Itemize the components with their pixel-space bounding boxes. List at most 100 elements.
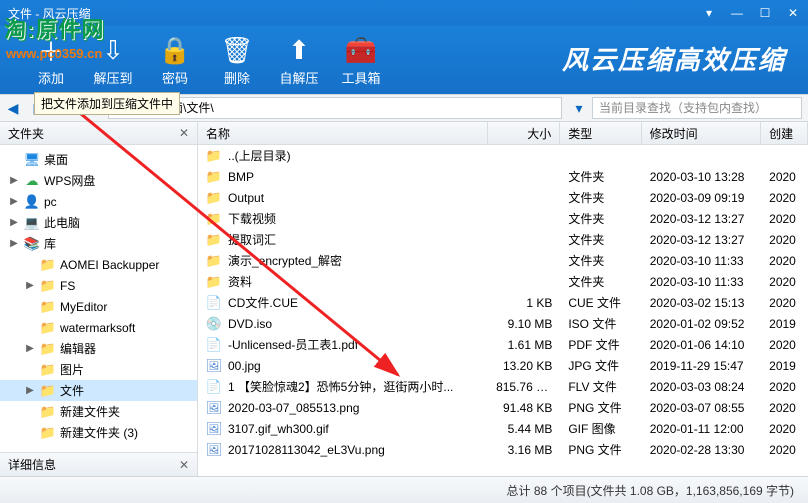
toolbar-extract-button[interactable]: ⇩解压到 [82,34,144,87]
tree-node[interactable]: 🖥桌面 [0,149,197,170]
tree-twisty[interactable]: ▶ [24,385,36,396]
file-row[interactable]: 📁资料文件夹2020-03-10 11:332020 [198,271,808,292]
tree-node[interactable]: ▶💻此电脑 [0,212,197,233]
tree-node[interactable]: ▶☁WPS网盘 [0,170,197,191]
file-row[interactable]: 🖼00.jpg13.20 KBJPG 文件2019-11-29 15:47201… [198,355,808,376]
toolbar-sfx-button[interactable]: ⬆自解压 [268,34,330,87]
file-name: CD文件.CUE [228,294,298,311]
file-name: Output [228,191,264,205]
back-button[interactable]: ◀ [0,97,26,119]
file-create: 2020 [761,443,808,457]
tree-node[interactable]: 📁 watermarksoft [0,317,197,338]
detail-close-icon[interactable]: ✕ [179,458,189,472]
tree-twisty[interactable]: ▶ [24,280,36,291]
tree-twisty[interactable]: ▶ [8,238,20,249]
col-date[interactable]: 修改时间 [642,122,761,144]
tree-label: 新建文件夹 (3) [60,424,138,441]
tree-node[interactable]: 📁新建文件夹 [0,401,197,422]
file-row[interactable]: 📄1 【笑脸惊魂2】恐怖5分钟，逛街两小时...815.76 MBFLV 文件2… [198,376,808,397]
toolbar-add-button[interactable]: ＋添加 [20,34,82,87]
file-date: 2020-03-03 08:24 [642,380,761,394]
file-row[interactable]: 📁BMP文件夹2020-03-10 13:282020 [198,166,808,187]
folder-icon: 📁 [40,257,56,273]
col-name[interactable]: 名称 [198,122,488,144]
path-dropdown[interactable]: ▾ [566,97,592,119]
tree-twisty[interactable]: ▶ [8,217,20,228]
tree-node[interactable]: 📁AOMEI Backupper [0,254,197,275]
file-size: 13.20 KB [488,359,560,373]
file-row[interactable]: 🖼20171028113042_eL3Vu.png3.16 MBPNG 文件20… [198,439,808,460]
folder-icon: 📁 [40,404,56,420]
file-type: JPG 文件 [560,357,641,374]
folder-icon: ☁ [24,173,40,189]
folder-icon: 📁 [40,320,56,336]
col-size[interactable]: 大小 [488,122,560,144]
file-date: 2020-03-12 13:27 [642,212,761,226]
tree-label: 文件 [60,382,84,399]
toolbar-label: 工具箱 [330,68,392,87]
tooltip: 把文件添加到压缩文件中 [34,92,180,115]
tree-node[interactable]: ▶📁编辑器 [0,338,197,359]
col-type[interactable]: 类型 [560,122,641,144]
window-buttons: ▾ ― ☐ ✕ [702,6,800,20]
file-date: 2020-03-10 11:33 [642,254,761,268]
file-row[interactable]: 🖼3107.gif_wh300.gif5.44 MBGIF 图像2020-01-… [198,418,808,439]
file-size: 1 KB [488,296,560,310]
file-icon: 🖼 [206,421,222,437]
tree-node[interactable]: ▶📚库 [0,233,197,254]
file-row[interactable]: 📄-Unlicensed-员工表1.pdf1.61 MBPDF 文件2020-0… [198,334,808,355]
file-row[interactable]: 📁Output文件夹2020-03-09 09:192020 [198,187,808,208]
tree-label: 图片 [60,361,84,378]
tree-label: 此电脑 [44,214,80,231]
file-row[interactable]: 📁提取词汇文件夹2020-03-12 13:272020 [198,229,808,250]
file-create: 2020 [761,401,808,415]
file-row[interactable]: 📁..(上层目录) [198,145,808,166]
maximize-button[interactable]: ☐ [758,6,772,20]
file-rows: 📁..(上层目录)📁BMP文件夹2020-03-10 13:282020📁Out… [198,145,808,476]
file-icon: 🖼 [206,442,222,458]
search-input[interactable]: 当前目录查找（支持包内查找） [592,97,802,119]
minimize-button[interactable]: ― [730,6,744,20]
tree-node[interactable]: 📁新建文件夹 (3) [0,422,197,443]
file-name: 资料 [228,273,252,290]
sidebar-title: 文件夹 [8,125,44,142]
sidebar-header: 文件夹 ✕ [0,122,197,145]
tree-twisty[interactable]: ▶ [8,175,20,186]
file-row[interactable]: 🖼2020-03-07_085513.png91.48 KBPNG 文件2020… [198,397,808,418]
tree-node[interactable]: 📁MyEditor [0,296,197,317]
folder-icon: 📁 [40,425,56,441]
file-type: FLV 文件 [560,378,641,395]
file-size: 815.76 MB [488,380,560,394]
file-size: 9.10 MB [488,317,560,331]
file-row[interactable]: 💿DVD.iso9.10 MBISO 文件2020-01-02 09:52201… [198,313,808,334]
toolbar-password-button[interactable]: 🔒密码 [144,34,206,87]
file-date: 2020-03-10 11:33 [642,275,761,289]
toolbar-delete-button[interactable]: 🗑删除 [206,34,268,87]
tree-node[interactable]: 📁图片 [0,359,197,380]
file-row[interactable]: 📁下载视频文件夹2020-03-12 13:272020 [198,208,808,229]
file-date: 2020-01-02 09:52 [642,317,761,331]
toolbar-tools-button[interactable]: 🧰工具箱 [330,34,392,87]
file-row[interactable]: 📁演示_encrypted_解密文件夹2020-03-10 11:332020 [198,250,808,271]
tree-label: watermarksoft [60,321,135,335]
file-icon: 📁 [206,211,222,227]
folder-icon: 📁 [40,278,56,294]
file-icon: 🖼 [206,358,222,374]
folder-icon: 📁 [40,299,56,315]
tree-twisty[interactable]: ▶ [24,343,36,354]
titlebar: 文件 - 风云压缩 ▾ ― ☐ ✕ [0,0,808,26]
dropdown-icon[interactable]: ▾ [702,6,716,20]
tree-node[interactable]: ▶📁FS [0,275,197,296]
col-create[interactable]: 创建 [761,122,808,144]
tree-node[interactable]: ▶👤pc [0,191,197,212]
file-icon: 📁 [206,148,222,164]
file-type: 文件夹 [560,168,641,185]
file-type: 文件夹 [560,210,641,227]
tree-node[interactable]: ▶📁文件 [0,380,197,401]
file-type: CUE 文件 [560,294,641,311]
file-create: 2020 [761,212,808,226]
close-button[interactable]: ✕ [786,6,800,20]
sidebar-close-icon[interactable]: ✕ [179,126,189,140]
file-row[interactable]: 📄CD文件.CUE1 KBCUE 文件2020-03-02 15:132020 [198,292,808,313]
tree-twisty[interactable]: ▶ [8,196,20,207]
